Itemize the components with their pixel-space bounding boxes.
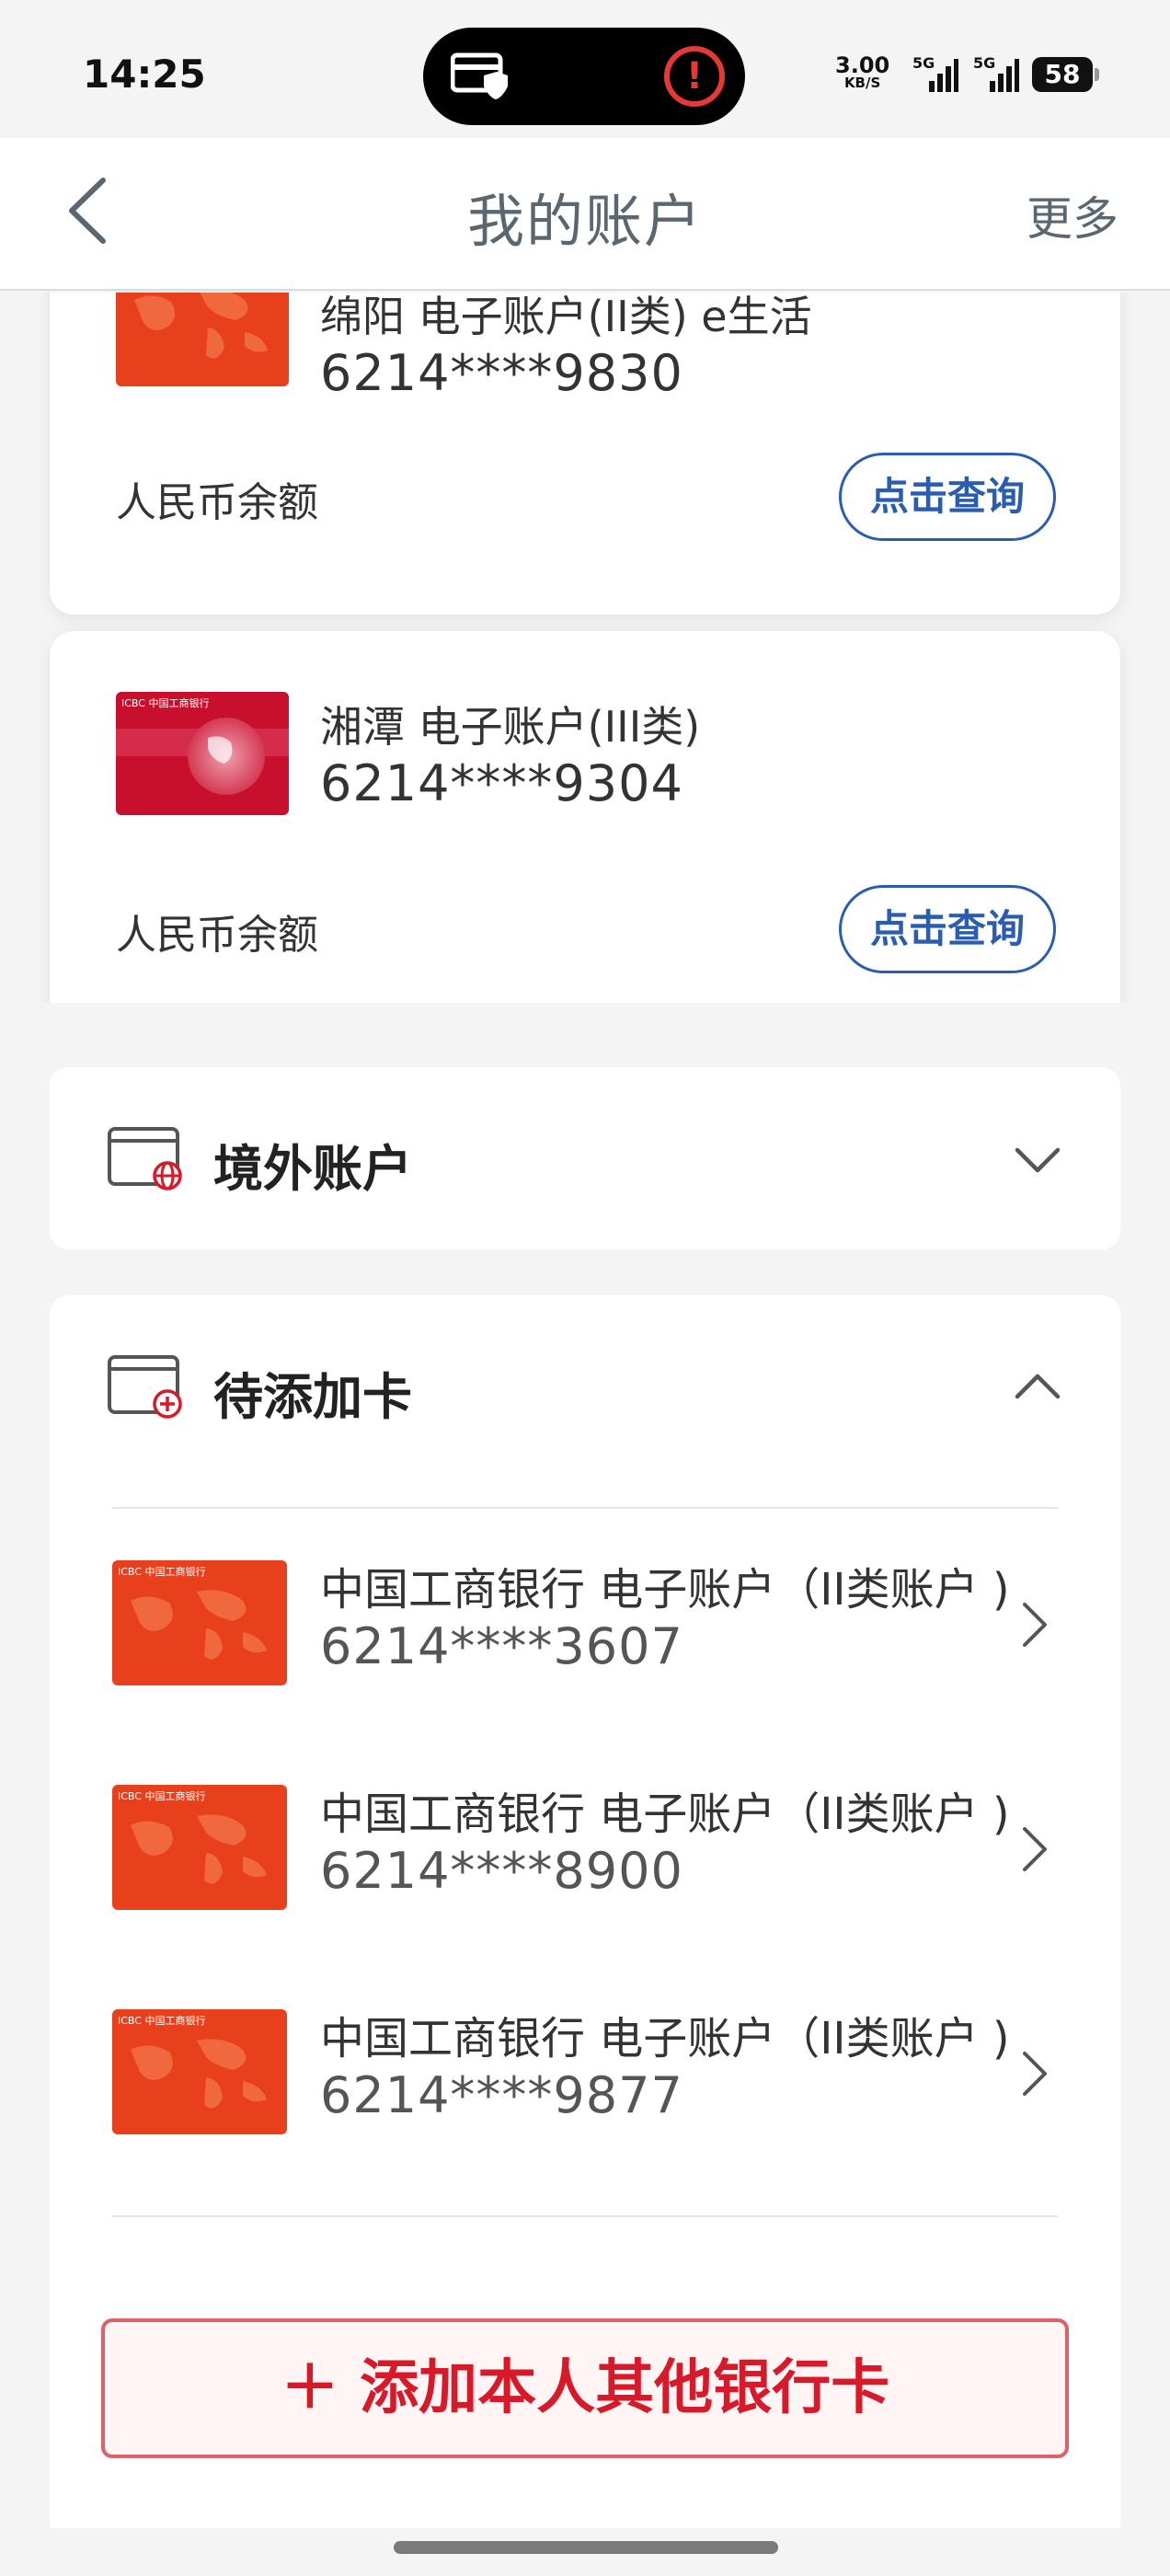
account-number: 6214****9304	[320, 754, 683, 812]
pending-card-number: 6214****3607	[320, 1617, 683, 1675]
card-map-graphic: ICBC 中国工商银行	[112, 1785, 287, 1910]
card-brand-mark: ICBC 中国工商银行	[118, 1789, 205, 1802]
account-name: 湘潭 电子账户(III类)	[320, 702, 701, 752]
pending-section-title: 待添加卡	[213, 1368, 412, 1426]
signal-5g-label: 5G	[912, 54, 935, 72]
pending-cards-section[interactable]: 待添加卡	[50, 1295, 1120, 1479]
bank-card-image: ICBC 中国工商银行	[112, 1785, 287, 1910]
card-map-graphic	[116, 293, 289, 386]
network-speed: 3.00 KB/S	[835, 54, 889, 90]
account-list: 绵阳 电子账户(II类) e生活 6214****9830 人民币余额 点击查询…	[0, 293, 1170, 1003]
home-indicator[interactable]	[394, 2541, 778, 2554]
query-balance-button[interactable]: 点击查询	[839, 885, 1056, 973]
bank-card-image: ICBC 中国工商银行	[112, 1560, 287, 1685]
card-shield-icon	[451, 52, 508, 99]
card-brand-mark: ICBC 中国工商银行	[118, 1565, 205, 1578]
status-bar: 14:25 ! 3.00 KB/S 5G 5G 58	[0, 0, 1170, 138]
chevron-right-icon	[1023, 2052, 1047, 2096]
balance-label: 人民币余额	[116, 912, 318, 959]
dynamic-island: !	[423, 28, 745, 125]
overseas-accounts-section[interactable]: 境外账户	[50, 1067, 1120, 1249]
bank-card-image	[116, 293, 289, 386]
pending-card-row[interactable]: ICBC 中国工商银行 中国工商银行 电子账户（II类账户 ) 6214****…	[50, 2009, 1120, 2193]
account-card[interactable]: 绵阳 电子账户(II类) e生活 6214****9830 人民币余额 点击查询	[50, 293, 1120, 615]
card-globe-graphic: ICBC 中国工商银行	[116, 692, 289, 815]
chevron-down-icon[interactable]	[1010, 1141, 1065, 1178]
page-title: 我的账户	[466, 188, 703, 255]
divider	[112, 2215, 1058, 2217]
card-brand-mark: ICBC 中国工商银行	[121, 696, 209, 709]
chevron-right-icon	[1023, 1827, 1047, 1871]
card-map-graphic: ICBC 中国工商银行	[112, 1560, 287, 1685]
chevron-up-icon[interactable]	[1010, 1369, 1065, 1406]
alert-icon: !	[664, 46, 725, 107]
battery-icon: 58	[1032, 57, 1099, 92]
pending-card-name: 中国工商银行 电子账户（II类账户 )	[320, 1564, 1010, 1616]
pending-card-name: 中国工商银行 电子账户（II类账户 )	[320, 1788, 1010, 1840]
overseas-section-title: 境外账户	[213, 1140, 412, 1198]
query-balance-button[interactable]: 点击查询	[839, 453, 1056, 541]
add-card-icon	[108, 1355, 182, 1419]
overseas-account-icon	[108, 1127, 182, 1190]
bank-card-image: ICBC 中国工商银行	[112, 2009, 287, 2134]
account-name: 绵阳 电子账户(II类) e生活	[320, 293, 812, 341]
chevron-right-icon	[1023, 1603, 1047, 1647]
pending-card-row[interactable]: ICBC 中国工商银行 中国工商银行 电子账户（II类账户 ) 6214****…	[50, 1560, 1120, 1744]
pending-card-list: ICBC 中国工商银行 中国工商银行 电子账户（II类账户 ) 6214****…	[50, 1470, 1120, 2528]
add-other-bank-card-button[interactable]: ＋ 添加本人其他银行卡	[101, 2318, 1069, 2458]
more-button[interactable]: 更多	[1027, 182, 1118, 248]
account-card[interactable]: ICBC 中国工商银行 湘潭 电子账户(III类) 6214****9304 人…	[50, 631, 1120, 1003]
pending-card-number: 6214****8900	[320, 1842, 683, 1900]
signal-5g-icon: 5G	[912, 54, 958, 92]
card-map-graphic: ICBC 中国工商银行	[112, 2009, 287, 2134]
signal-5g-icon: 5G	[973, 54, 1019, 92]
pending-card-number: 6214****9877	[320, 2066, 683, 2124]
pending-card-name: 中国工商银行 电子账户（II类账户 )	[320, 2013, 1010, 2064]
balance-label: 人民币余额	[116, 479, 318, 526]
divider	[112, 1507, 1058, 1509]
navbar: 我的账户 更多	[0, 138, 1170, 291]
card-brand-mark: ICBC 中国工商银行	[118, 2014, 205, 2027]
bank-card-image: ICBC 中国工商银行	[116, 692, 289, 815]
signal-5g-label: 5G	[973, 54, 995, 72]
account-number: 6214****9830	[320, 344, 683, 402]
pending-card-row[interactable]: ICBC 中国工商银行 中国工商银行 电子账户（II类账户 ) 6214****…	[50, 1785, 1120, 1969]
status-time: 14:25	[83, 52, 206, 97]
